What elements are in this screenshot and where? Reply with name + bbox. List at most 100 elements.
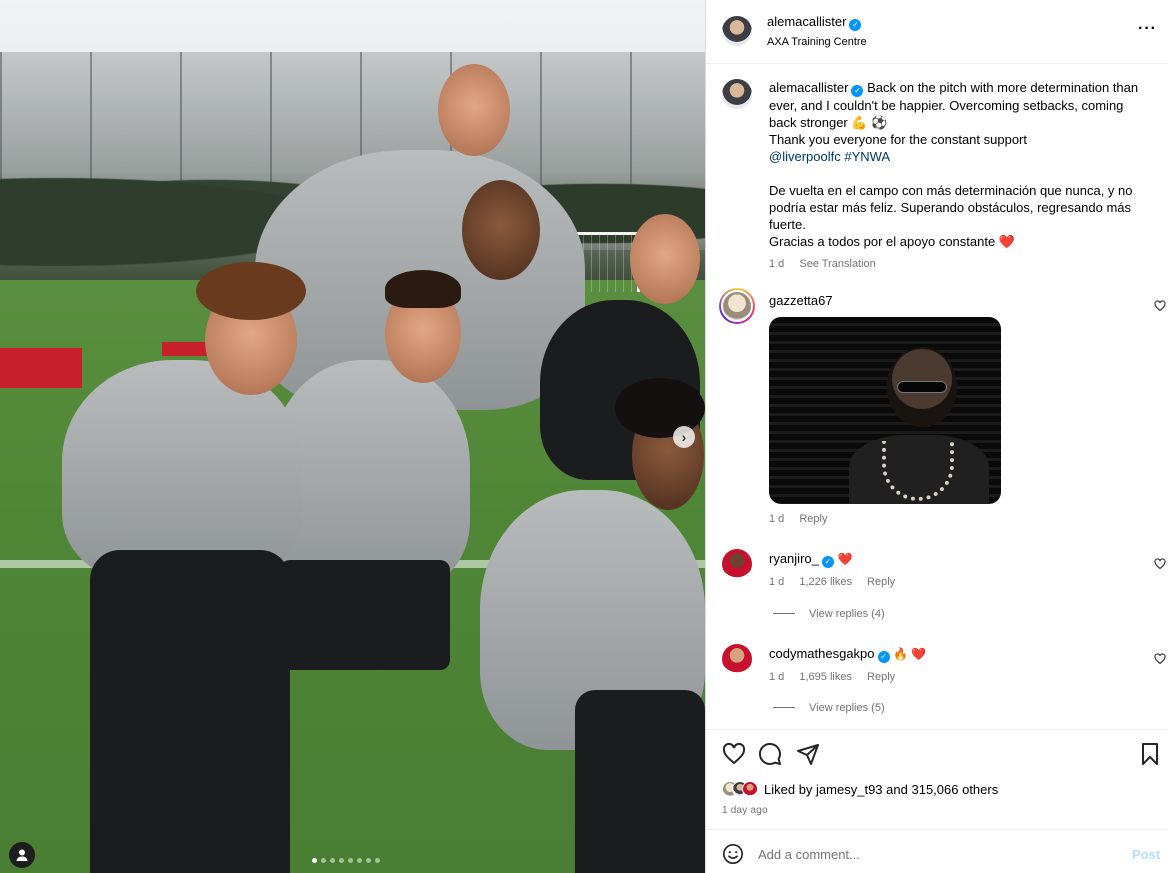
comments-list[interactable]: alemacallister ✓ Back on the pitch with m… bbox=[706, 65, 1168, 728]
ellipsis-icon: ··· bbox=[1138, 20, 1157, 37]
author-avatar[interactable] bbox=[722, 16, 752, 46]
player-shape bbox=[575, 690, 705, 873]
comment-time[interactable]: 1 d bbox=[769, 576, 784, 588]
share-button[interactable] bbox=[796, 742, 820, 766]
post-header: alemacallister ✓ AXA Training Centre ··· bbox=[706, 0, 1168, 64]
heart-icon bbox=[1154, 653, 1166, 665]
post-sidebar: alemacallister ✓ AXA Training Centre ··· … bbox=[705, 0, 1168, 873]
comment-header: gazzetta67 bbox=[769, 293, 833, 308]
carousel-dot bbox=[339, 858, 344, 863]
likes-summary: Liked by jamesy_t93 and 315,066 others bbox=[722, 781, 998, 797]
comment-meta: 1 d Reply bbox=[769, 513, 839, 525]
heart-icon bbox=[1154, 558, 1166, 570]
next-slide-button[interactable]: › bbox=[673, 426, 695, 448]
caption-username[interactable]: alemacallister bbox=[769, 80, 848, 95]
verified-badge-icon: ✓ bbox=[877, 651, 890, 663]
comment-like-button[interactable] bbox=[1154, 558, 1166, 570]
gif-sunglasses bbox=[897, 381, 947, 393]
chevron-right-icon: › bbox=[681, 429, 687, 445]
liker-avatar bbox=[742, 781, 758, 797]
media-red-banner bbox=[0, 348, 82, 388]
view-replies-button[interactable]: View replies (5) bbox=[773, 702, 885, 714]
comment-likes[interactable]: 1,695 likes bbox=[799, 671, 852, 683]
carousel-dot bbox=[330, 858, 335, 863]
likes-others[interactable]: 315,066 others bbox=[911, 782, 998, 797]
see-translation-link[interactable]: See Translation bbox=[799, 258, 875, 270]
player-head bbox=[462, 180, 540, 280]
carousel-dot bbox=[366, 858, 371, 863]
author-username[interactable]: alemacallister bbox=[767, 14, 846, 29]
carousel-indicator bbox=[312, 858, 380, 863]
caption-mentions[interactable]: @liverpoolfc #YNWA bbox=[769, 148, 1149, 165]
replies-divider bbox=[773, 613, 795, 614]
comment-like-button[interactable] bbox=[1154, 653, 1166, 665]
commenter-username[interactable]: ryanjiro_ bbox=[769, 551, 819, 566]
save-button[interactable] bbox=[1138, 742, 1162, 766]
carousel-dot bbox=[348, 858, 353, 863]
user-tag-icon bbox=[16, 849, 28, 861]
post-caption: alemacallister ✓ Back on the pitch with m… bbox=[769, 79, 1149, 273]
media-red-banner bbox=[162, 342, 210, 356]
likes-user[interactable]: jamesy_t93 bbox=[816, 782, 882, 797]
replies-divider bbox=[773, 707, 795, 708]
comment-gif[interactable] bbox=[769, 317, 1001, 504]
commenter-username[interactable]: codymathesgakpo bbox=[769, 646, 875, 661]
player-hair bbox=[196, 262, 306, 320]
likes-conj: and bbox=[886, 781, 908, 797]
user-tags-button[interactable] bbox=[9, 842, 35, 868]
comment-likes[interactable]: 1,226 likes bbox=[799, 576, 852, 588]
post-location[interactable]: AXA Training Centre bbox=[767, 36, 867, 48]
caption-text-es: De vuelta en el campo con más determinac… bbox=[769, 183, 1133, 232]
post-timestamp[interactable]: 1 day ago bbox=[722, 805, 768, 816]
comment-header: ryanjiro_ ✓ ❤️ bbox=[769, 551, 852, 568]
comment-header: codymathesgakpo ✓ 🔥 ❤️ bbox=[769, 646, 926, 663]
comment-like-button[interactable] bbox=[1154, 300, 1166, 312]
commenter-avatar[interactable] bbox=[722, 644, 752, 674]
carousel-dot bbox=[375, 858, 380, 863]
reply-button[interactable]: Reply bbox=[799, 513, 827, 525]
comment-time[interactable]: 1 d bbox=[769, 513, 784, 525]
caption-time[interactable]: 1 d bbox=[769, 258, 784, 270]
commenter-story-ring[interactable] bbox=[719, 288, 755, 324]
player-head bbox=[438, 64, 510, 156]
share-icon bbox=[797, 744, 819, 765]
commenter-username[interactable]: gazzetta67 bbox=[769, 293, 833, 308]
carousel-dot bbox=[357, 858, 362, 863]
caption-thanks-es: Gracias a todos por el apoyo constante ❤… bbox=[769, 234, 1015, 249]
author-info: alemacallister ✓ AXA Training Centre bbox=[767, 14, 867, 48]
bookmark-icon bbox=[1142, 743, 1158, 765]
view-replies-label: View replies (4) bbox=[809, 608, 885, 620]
likes-prefix: Liked by bbox=[764, 781, 813, 797]
verified-badge-icon: ✓ bbox=[849, 19, 862, 31]
view-replies-label: View replies (5) bbox=[809, 702, 885, 714]
verified-badge-icon: ✓ bbox=[821, 556, 834, 568]
post-media[interactable]: › bbox=[0, 0, 705, 873]
comment-time[interactable]: 1 d bbox=[769, 671, 784, 683]
more-options-button[interactable]: ··· bbox=[1138, 20, 1157, 38]
emoji-button[interactable] bbox=[722, 843, 744, 865]
heart-icon bbox=[722, 742, 746, 765]
comment-text: 🔥 ❤️ bbox=[893, 647, 927, 661]
likes-text: Liked by jamesy_t93 and 315,066 others bbox=[764, 782, 998, 797]
caption-meta: 1 d See Translation bbox=[769, 256, 1149, 273]
carousel-dot bbox=[321, 858, 326, 863]
player-shape bbox=[90, 550, 290, 873]
caption-avatar[interactable] bbox=[722, 79, 752, 109]
comment-composer: Post bbox=[706, 829, 1168, 873]
comment-button[interactable] bbox=[758, 742, 782, 766]
player-shape bbox=[280, 560, 450, 670]
commenter-avatar bbox=[721, 290, 753, 322]
comment-meta: 1 d 1,695 likes Reply bbox=[769, 671, 907, 683]
reply-button[interactable]: Reply bbox=[867, 576, 895, 588]
view-replies-button[interactable]: View replies (4) bbox=[773, 608, 885, 620]
heart-icon bbox=[1154, 300, 1166, 312]
caption-thanks: Thank you everyone for the constant supp… bbox=[769, 132, 1027, 147]
commenter-avatar[interactable] bbox=[722, 549, 752, 579]
post-comment-button[interactable]: Post bbox=[1132, 847, 1160, 862]
post-actions: Liked by jamesy_t93 and 315,066 others 1… bbox=[706, 729, 1168, 829]
smiley-icon bbox=[723, 844, 743, 864]
like-button[interactable] bbox=[722, 742, 746, 766]
comment-input[interactable] bbox=[758, 843, 1118, 865]
player-hair bbox=[385, 270, 461, 308]
reply-button[interactable]: Reply bbox=[867, 671, 895, 683]
